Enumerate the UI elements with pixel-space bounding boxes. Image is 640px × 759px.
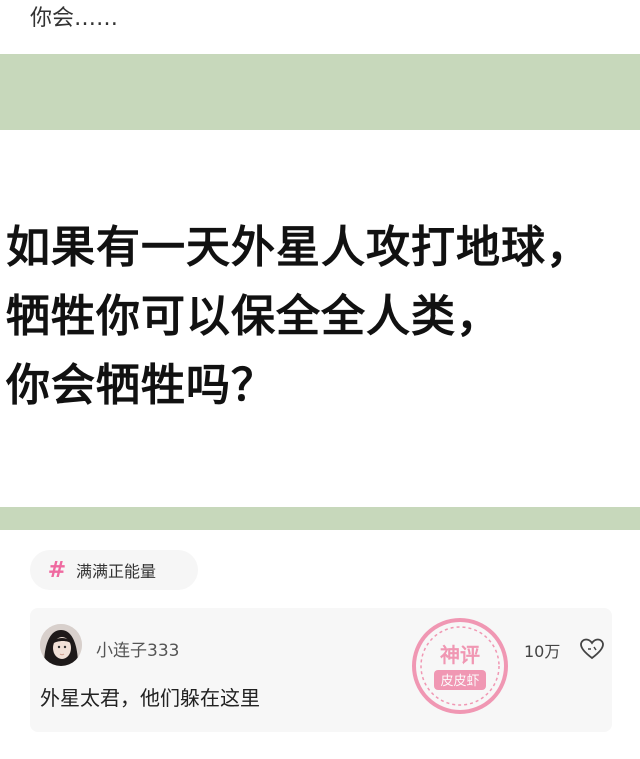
svg-text:皮皮虾: 皮皮虾 [440, 674, 479, 689]
post-text: 你会…… [30, 6, 119, 31]
god-comment-stamp: 神评 皮皮虾 [408, 614, 512, 718]
image-text-line-2: 牺牲你可以保全全人类， [6, 291, 501, 342]
post-image[interactable]: 如果有一天外星人攻打地球， 牺牲你可以保全全人类， 你会牺牲吗？ [0, 54, 640, 530]
image-text-line-1: 如果有一天外星人攻打地球， [6, 222, 591, 273]
avatar[interactable] [40, 624, 82, 666]
image-text-panel: 如果有一天外星人攻打地球， 牺牲你可以保全全人类， 你会牺牲吗？ [0, 130, 640, 507]
like-count: 10万 [524, 642, 561, 661]
comment-username[interactable]: 小连子333 [96, 636, 179, 661]
topic-tag-label: 满满正能量 [76, 562, 157, 581]
heart-icon [580, 638, 604, 660]
image-text-line-3: 你会牺牲吗？ [6, 360, 276, 411]
like-button[interactable] [578, 636, 606, 662]
hashtag-icon: # [47, 557, 67, 583]
comment-text: 外星太君，他们躲在这里 [40, 686, 260, 710]
topic-tag[interactable]: # 满满正能量 [30, 550, 198, 590]
svg-text:神评: 神评 [440, 643, 480, 667]
god-comment-card[interactable]: 小连子333 外星太君，他们躲在这里 神评 皮皮虾 10万 [30, 608, 612, 732]
